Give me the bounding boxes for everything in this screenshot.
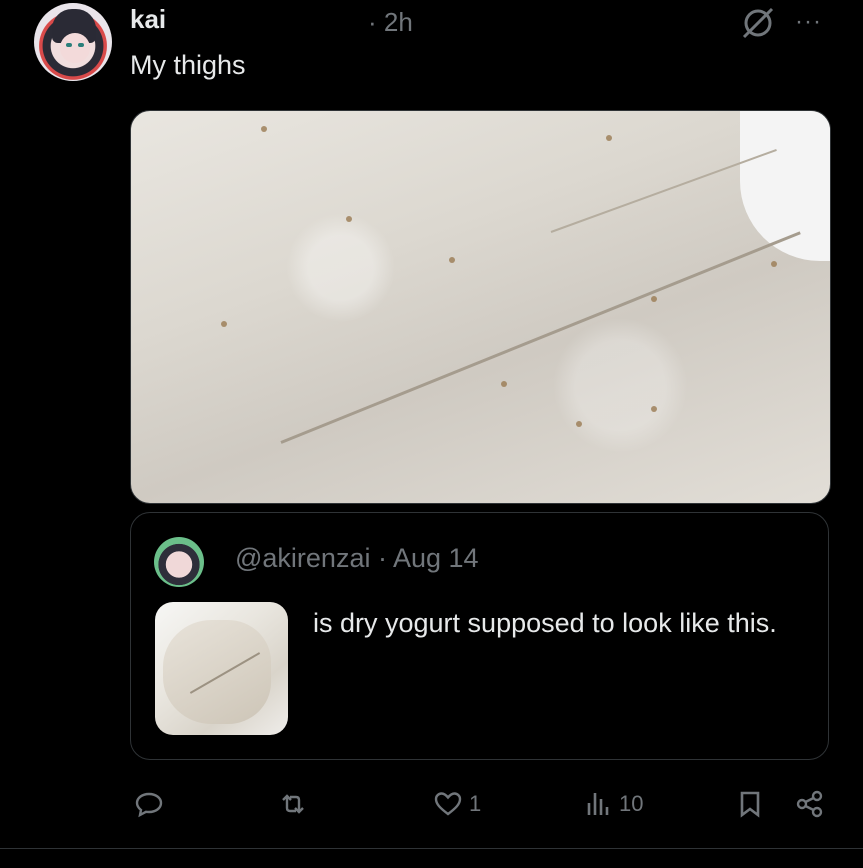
share-button[interactable] <box>795 782 825 826</box>
like-button[interactable]: 1 <box>433 782 481 826</box>
quoted-post[interactable]: @akirenzai · Aug 14 is dry yogurt suppos… <box>130 512 829 760</box>
heart-icon <box>434 792 462 816</box>
share-icon <box>796 790 823 818</box>
quoted-media-thumbnail <box>155 602 288 735</box>
quoted-author-avatar <box>154 537 204 587</box>
views-count: 10 <box>619 791 644 816</box>
views-icon <box>587 793 609 815</box>
bookmark-button[interactable] <box>735 782 765 826</box>
repost-button[interactable] <box>278 782 308 826</box>
post-actions-bar: 1 10 <box>0 782 863 826</box>
quoted-post-text: is dry yogurt supposed to look like this… <box>313 608 777 638</box>
repost-icon <box>282 794 304 814</box>
reply-icon <box>135 792 163 818</box>
grok-icon[interactable] <box>740 5 776 41</box>
post-text: My thighs <box>130 50 246 80</box>
reply-button[interactable] <box>134 782 164 826</box>
post-author-avatar[interactable] <box>34 3 112 81</box>
post-divider <box>0 848 863 849</box>
post-timestamp[interactable]: · 2h <box>368 7 413 38</box>
more-icon[interactable]: ··· <box>795 8 822 36</box>
views-button[interactable]: 10 <box>583 782 643 826</box>
like-count: 1 <box>469 791 482 816</box>
post-media-image[interactable] <box>130 110 831 504</box>
quoted-author-handle: @akirenzai · Aug 14 <box>235 543 479 573</box>
bookmark-icon <box>740 791 760 818</box>
post-author-name[interactable]: kai <box>130 4 166 35</box>
